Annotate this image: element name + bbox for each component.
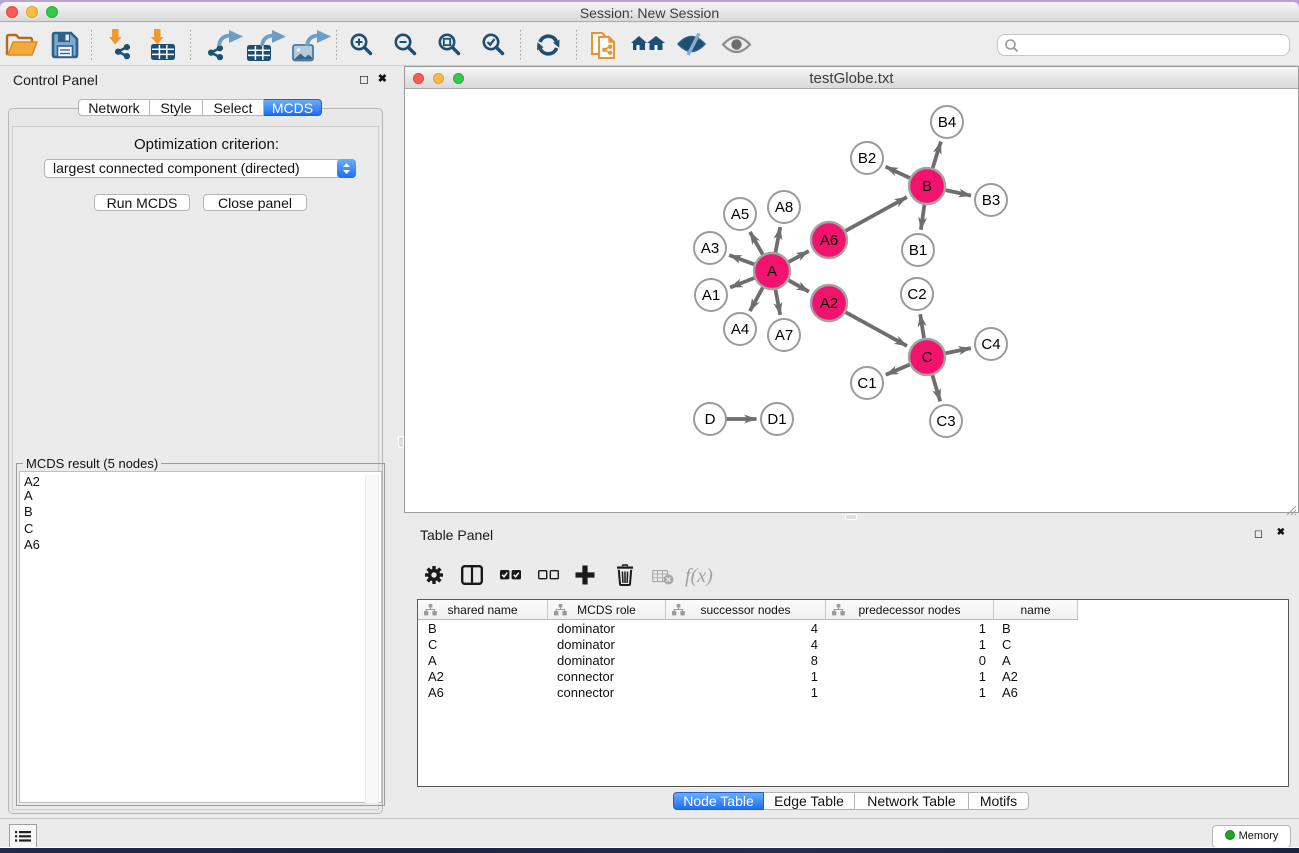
svg-text:A5: A5 bbox=[731, 206, 749, 223]
svg-text:A6: A6 bbox=[820, 232, 838, 249]
svg-text:B1: B1 bbox=[909, 242, 927, 259]
svg-text:A1: A1 bbox=[702, 287, 720, 304]
svg-text:A4: A4 bbox=[731, 321, 749, 338]
svg-text:B3: B3 bbox=[982, 192, 1000, 209]
svg-text:C4: C4 bbox=[981, 336, 1000, 353]
svg-text:C2: C2 bbox=[907, 286, 926, 303]
svg-text:C: C bbox=[922, 349, 933, 366]
svg-text:C1: C1 bbox=[857, 375, 876, 392]
svg-text:B: B bbox=[922, 178, 932, 195]
svg-text:A: A bbox=[767, 263, 777, 280]
svg-text:A3: A3 bbox=[701, 240, 719, 257]
svg-text:A2: A2 bbox=[820, 295, 838, 312]
svg-text:A8: A8 bbox=[775, 199, 793, 216]
svg-text:C3: C3 bbox=[936, 413, 955, 430]
svg-text:B4: B4 bbox=[938, 114, 956, 131]
svg-text:B2: B2 bbox=[858, 150, 876, 167]
svg-text:A7: A7 bbox=[775, 327, 793, 344]
svg-text:D1: D1 bbox=[767, 411, 786, 428]
svg-text:D: D bbox=[705, 411, 716, 428]
